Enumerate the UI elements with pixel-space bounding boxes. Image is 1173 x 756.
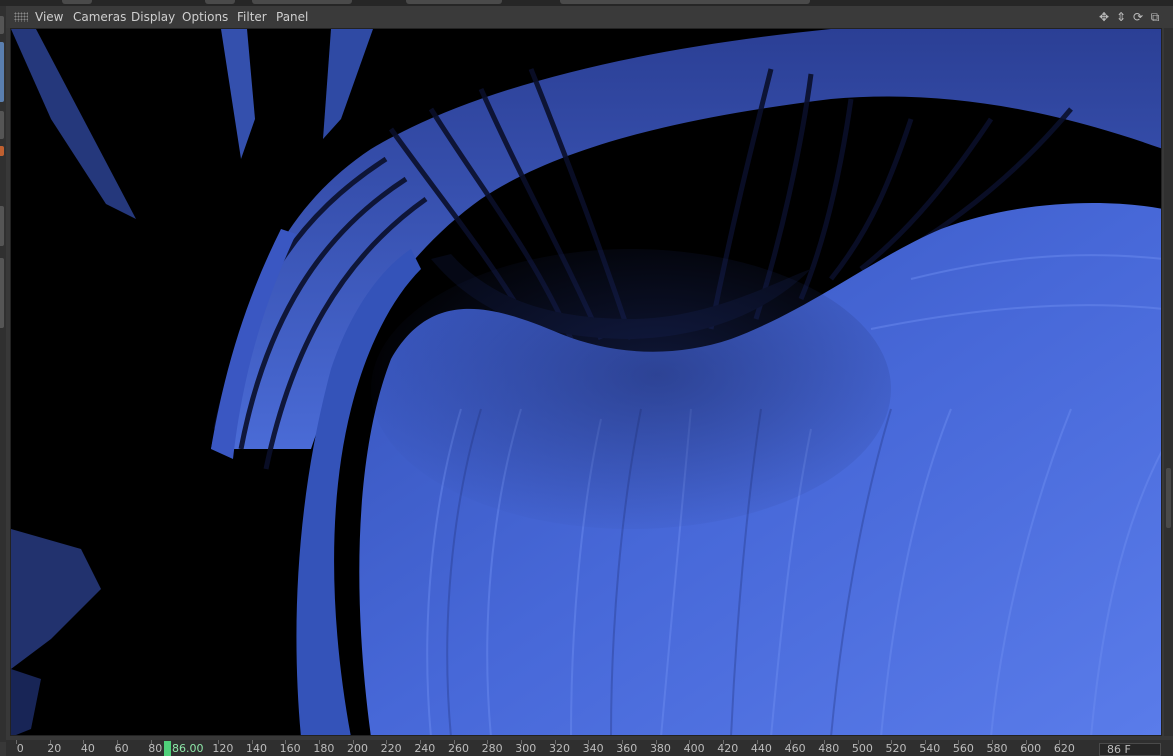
timeline-label: 460 (784, 742, 806, 755)
timeline-label: 20 (47, 742, 62, 755)
timeline-label: 540 (919, 742, 941, 755)
palette-handle[interactable] (0, 258, 4, 328)
menu-cameras[interactable]: Cameras (73, 10, 126, 24)
toolbar-button[interactable] (62, 0, 92, 4)
current-frame-marker[interactable] (164, 741, 171, 756)
frame-field[interactable]: 86 F (1099, 743, 1161, 756)
wall-shading (371, 249, 891, 529)
timeline-label: 440 (750, 742, 772, 755)
timeline-label: 220 (380, 742, 402, 755)
timeline-label: 40 (80, 742, 95, 755)
toolbar-button[interactable] (406, 0, 502, 4)
3d-viewport[interactable] (10, 28, 1162, 736)
timeline-label: 140 (246, 742, 268, 755)
menu-display[interactable]: Display (131, 10, 175, 24)
timeline-label: 580 (986, 742, 1008, 755)
timeline-label: 320 (548, 742, 570, 755)
timeline-label: 520 (885, 742, 907, 755)
timeline-label: 180 (313, 742, 335, 755)
timeline-ruler[interactable]: 86.00 86 F 0 20 40 60 80 120 140 160 180 200 220 24… (6, 740, 1173, 756)
timeline-label: 360 (616, 742, 638, 755)
timeline-label: 200 (347, 742, 368, 755)
toolbar-button[interactable] (205, 0, 235, 4)
toolbar-button[interactable] (560, 0, 810, 4)
timeline-label: 80 (148, 742, 163, 755)
palette-handle[interactable] (0, 111, 4, 139)
timeline-label: 120 (212, 742, 234, 755)
timeline-label: 480 (818, 742, 840, 755)
menu-filter[interactable]: Filter (237, 10, 267, 24)
timeline-label: 340 (582, 742, 604, 755)
timeline-label: 160 (279, 742, 301, 755)
palette-handle[interactable] (0, 206, 4, 246)
move-icon[interactable]: ✥ (1097, 10, 1111, 24)
timeline-label: 620 (1053, 742, 1075, 755)
right-palette-edge (1164, 28, 1173, 736)
toolbar-button[interactable] (252, 0, 352, 4)
left-palette-edge (0, 6, 6, 742)
timeline-label: 560 (952, 742, 974, 755)
menu-options[interactable]: Options (182, 10, 228, 24)
viewport-menubar: View Cameras Display Options Filter Pane… (6, 6, 1173, 28)
palette-handle[interactable] (1166, 468, 1171, 528)
rotate-icon[interactable]: ⟳ (1131, 10, 1145, 24)
menu-view[interactable]: View (35, 10, 63, 24)
render-canvas (11, 29, 1161, 735)
toggle-view-icon[interactable]: ⧉ (1148, 10, 1162, 24)
menu-panel[interactable]: Panel (276, 10, 308, 24)
timeline-label: 0 (16, 742, 24, 755)
palette-handle[interactable] (0, 146, 4, 156)
zoom-icon[interactable]: ⇕ (1114, 10, 1128, 24)
timeline-label: 300 (515, 742, 537, 755)
timeline-label: 500 (851, 742, 873, 755)
timeline-label: 400 (683, 742, 705, 755)
grip-icon[interactable] (14, 12, 28, 22)
timeline-label: 600 (1020, 742, 1042, 755)
palette-handle[interactable] (0, 42, 4, 102)
timeline-label: 240 (414, 742, 436, 755)
timeline-label: 280 (481, 742, 503, 755)
timeline-label: 260 (447, 742, 469, 755)
timeline-label: 380 (649, 742, 671, 755)
current-frame-label: 86.00 (172, 742, 204, 755)
timeline-label: 60 (114, 742, 129, 755)
palette-handle[interactable] (0, 16, 4, 34)
viewport-window: View Cameras Display Options Filter Pane… (0, 0, 1173, 756)
timeline-label: 420 (717, 742, 739, 755)
